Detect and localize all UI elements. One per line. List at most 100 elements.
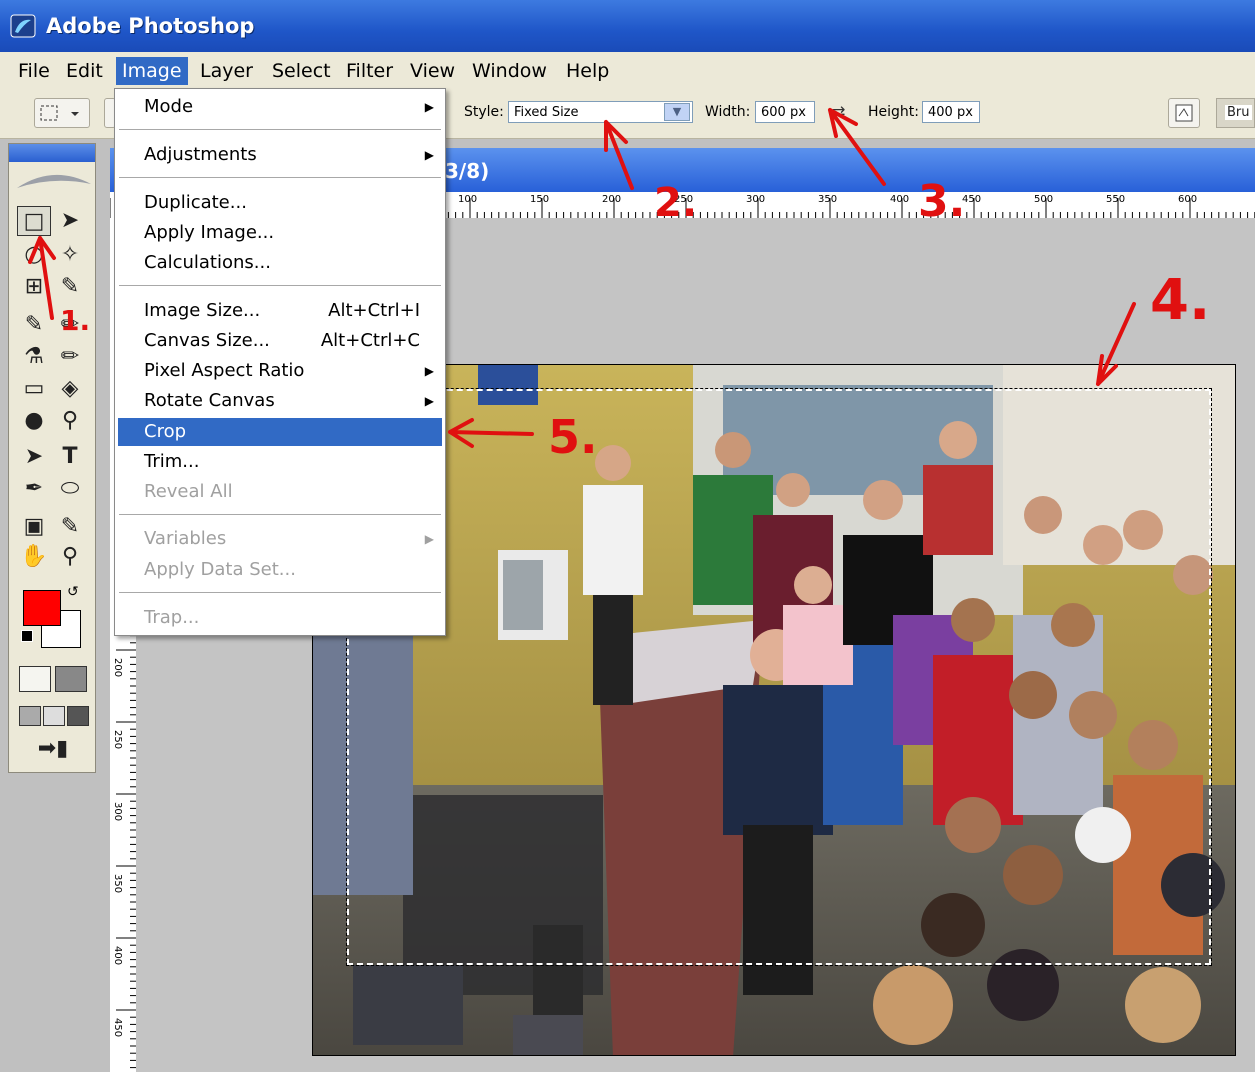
- height-input[interactable]: 400 px: [922, 101, 980, 123]
- vruler-label-300: 300: [112, 802, 123, 822]
- menu-item-rotate-canvas[interactable]: Rotate Canvas ▶: [118, 387, 442, 415]
- rect-marquee-tool-icon[interactable]: □: [17, 206, 51, 236]
- screen-mode-full-icon[interactable]: [67, 706, 89, 726]
- menu-separator: [119, 285, 441, 287]
- menu-item-calculations[interactable]: Calculations...: [118, 249, 442, 277]
- feather-logo-icon: [17, 174, 91, 188]
- menu-view[interactable]: View: [404, 57, 461, 85]
- magic-wand-tool-icon[interactable]: ✧: [53, 240, 87, 270]
- pen-tool-icon[interactable]: ✒: [17, 474, 51, 504]
- default-colors-icon[interactable]: [21, 630, 33, 642]
- menu-image[interactable]: Image: [116, 57, 188, 85]
- menu-help[interactable]: Help: [560, 57, 615, 85]
- chevron-down-icon: ▼: [664, 103, 690, 121]
- menu-item-adjustments[interactable]: Adjustments ▶: [118, 141, 442, 169]
- menu-separator: [119, 592, 441, 594]
- quick-mask-mode-icon[interactable]: [55, 666, 87, 692]
- ellipse-shape-tool-icon[interactable]: ⬭: [53, 474, 87, 504]
- menu-select[interactable]: Select: [266, 57, 337, 85]
- adjustments-label: Adjustments: [144, 144, 257, 165]
- bridge-icon: [1175, 104, 1193, 122]
- foreground-color-swatch[interactable]: [23, 590, 61, 626]
- ruler-label-550: 550: [1106, 194, 1126, 205]
- zoom-tool-icon[interactable]: ⚲: [53, 542, 87, 572]
- screen-mode-full-menu-icon[interactable]: [43, 706, 65, 726]
- rotate-canvas-label: Rotate Canvas: [144, 390, 275, 411]
- style-value: Fixed Size: [514, 105, 579, 120]
- eyedropper-tool-icon[interactable]: ✎: [53, 512, 87, 542]
- swap-colors-icon[interactable]: ↺: [67, 584, 79, 600]
- ruler-label-350: 350: [818, 194, 838, 205]
- vruler-label-450: 450: [112, 1018, 123, 1038]
- rect-marquee-icon: [40, 105, 79, 121]
- trim-label: Trim...: [144, 451, 200, 472]
- menu-item-canvas-size[interactable]: Canvas Size... Alt+Ctrl+C: [118, 327, 442, 355]
- trap-label: Trap...: [144, 607, 200, 628]
- width-input[interactable]: 600 px: [755, 101, 815, 123]
- menu-item-pixel-aspect-ratio[interactable]: Pixel Aspect Ratio ▶: [118, 357, 442, 385]
- palette-well[interactable]: Bru: [1216, 98, 1255, 128]
- standard-mode-icon[interactable]: [19, 666, 51, 692]
- menu-item-image-size[interactable]: Image Size... Alt+Ctrl+I: [118, 297, 442, 325]
- ruler-label-100: 100: [458, 194, 478, 205]
- app-title: Adobe Photoshop: [46, 14, 255, 38]
- menu-separator: [119, 514, 441, 516]
- submenu-arrow-icon: ▶: [424, 532, 434, 546]
- toolbox: □ ➤ ○ ✧ ⊞ ✎ ✎ ✏ ⚗ ✏ ▭ ◈ ● ⚲ ➤ T ✒ ⬭ ▣ ✎ …: [8, 143, 96, 773]
- ruler-label-200: 200: [602, 194, 622, 205]
- submenu-arrow-icon: ▶: [424, 394, 434, 408]
- image-size-label: Image Size...: [144, 300, 261, 321]
- fixed-size-marquee-selection[interactable]: [346, 388, 1212, 966]
- menu-item-apply-image[interactable]: Apply Image...: [118, 219, 442, 247]
- menu-item-variables[interactable]: Variables ▶: [118, 525, 442, 553]
- style-select[interactable]: Fixed Size ▼: [508, 101, 693, 123]
- menu-item-trap[interactable]: Trap...: [118, 604, 442, 632]
- type-tool-icon[interactable]: T: [53, 442, 87, 472]
- menu-item-reveal-all[interactable]: Reveal All: [118, 478, 442, 506]
- annotation-label-1: 1.: [60, 304, 91, 337]
- vruler-label-400: 400: [112, 946, 123, 966]
- menu-item-apply-data-set[interactable]: Apply Data Set...: [118, 556, 442, 584]
- brushes-tab[interactable]: Bru: [1225, 105, 1252, 120]
- canvas-size-label: Canvas Size...: [144, 330, 270, 351]
- menu-filter[interactable]: Filter: [340, 57, 399, 85]
- menu-item-crop[interactable]: Crop: [118, 418, 442, 446]
- eraser-tool-icon[interactable]: ▭: [17, 374, 51, 404]
- swap-dimensions-icon[interactable]: ⇄: [832, 102, 845, 121]
- menu-bar: File Edit Image Layer Select Filter View…: [0, 52, 1255, 91]
- height-label: Height:: [868, 104, 919, 120]
- go-to-bridge-button[interactable]: [1168, 98, 1200, 128]
- slice-tool-icon[interactable]: ✎: [53, 272, 87, 302]
- annotation-label-4: 4.: [1150, 268, 1211, 333]
- clone-stamp-tool-icon[interactable]: ⚗: [17, 342, 51, 372]
- vruler-label-250: 250: [112, 730, 123, 750]
- menu-item-duplicate[interactable]: Duplicate...: [118, 189, 442, 217]
- screen-mode-standard-icon[interactable]: [19, 706, 41, 726]
- path-selection-tool-icon[interactable]: ➤: [17, 442, 51, 472]
- submenu-arrow-icon: ▶: [424, 148, 434, 162]
- move-tool-icon[interactable]: ➤: [53, 206, 87, 236]
- width-label: Width:: [705, 104, 751, 120]
- menu-window[interactable]: Window: [466, 57, 553, 85]
- menu-separator: [119, 177, 441, 179]
- dodge-tool-icon[interactable]: ⚲: [53, 406, 87, 436]
- healing-brush-tool-icon[interactable]: ✎: [17, 310, 51, 340]
- notes-tool-icon[interactable]: ▣: [17, 512, 51, 542]
- menu-item-trim[interactable]: Trim...: [118, 448, 442, 476]
- jump-to-imageready-icon[interactable]: ➡▮: [23, 734, 83, 764]
- annotation-label-3: 3.: [918, 176, 966, 227]
- paint-bucket-tool-icon[interactable]: ◈: [53, 374, 87, 404]
- annotation-label-5: 5.: [548, 410, 598, 464]
- menu-layer[interactable]: Layer: [194, 57, 259, 85]
- tool-preset-picker[interactable]: [34, 98, 90, 128]
- menu-item-mode[interactable]: Mode ▶: [118, 93, 442, 121]
- menu-file[interactable]: File: [12, 57, 56, 85]
- menu-edit[interactable]: Edit: [60, 57, 109, 85]
- hand-tool-icon[interactable]: ✋: [17, 542, 51, 572]
- toolbox-header: [9, 144, 95, 162]
- blur-tool-icon[interactable]: ●: [17, 406, 51, 436]
- vruler-label-350: 350: [112, 874, 123, 894]
- lasso-tool-icon[interactable]: ○: [17, 240, 51, 270]
- crop-tool-icon[interactable]: ⊞: [17, 272, 51, 302]
- history-brush-tool-icon[interactable]: ✏: [53, 342, 87, 372]
